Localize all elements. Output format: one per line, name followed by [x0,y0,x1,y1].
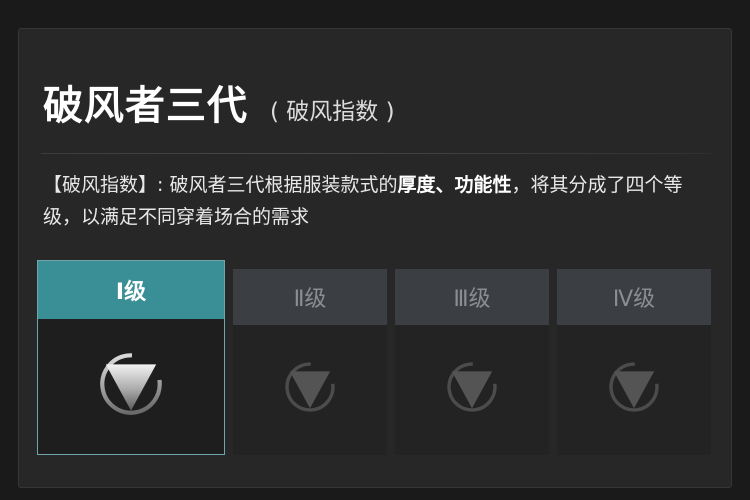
triangle-emblem-icon [285,362,335,412]
level-label-2: Ⅱ级 [293,287,327,312]
level-card-2[interactable]: Ⅱ级 [233,269,387,455]
level-body-4 [557,325,711,455]
level-label-3: Ⅲ级 [453,287,491,312]
description-bold-functionality: 功能性 [454,174,512,196]
description-colon: : [157,174,164,196]
level-card-1[interactable]: Ⅰ级 [37,260,225,455]
level-body-3 [395,325,549,455]
description-label: 【破风指数】 [43,174,158,196]
title-row: 破风者三代 ( 破风指数 ) [43,73,395,131]
description-separator: 、 [435,174,455,196]
triangle-emblem-icon [447,362,497,412]
description-text-1: 破风者三代根据服装款式的 [169,174,398,196]
level-tab-3[interactable]: Ⅲ级 [395,269,549,325]
wind-index-panel: 破风者三代 ( 破风指数 ) 【破风指数】: 破风者三代根据服装款式的厚度、功能… [18,28,732,488]
page-title: 破风者三代 [43,83,248,129]
page-subtitle: ( 破风指数 ) [270,99,395,125]
level-card-4[interactable]: Ⅳ级 [557,269,711,455]
level-body-1 [38,319,224,454]
level-cards: Ⅰ级 Ⅱ级 Ⅲ级 Ⅳ级 [37,259,713,455]
level-tab-4[interactable]: Ⅳ级 [557,269,711,325]
level-tab-2[interactable]: Ⅱ级 [233,269,387,325]
level-tab-1[interactable]: Ⅰ级 [38,261,224,319]
level-label-1: Ⅰ级 [115,280,147,305]
level-body-2 [233,325,387,455]
triangle-emblem-icon [100,353,162,415]
description-bold-thickness: 厚度 [397,174,436,196]
triangle-emblem-icon [609,362,659,412]
level-card-3[interactable]: Ⅲ级 [395,269,549,455]
level-label-4: Ⅳ级 [612,287,656,312]
description: 【破风指数】: 破风者三代根据服装款式的厚度、功能性，将其分成了四个等级，以满足… [43,169,703,233]
divider [41,153,711,154]
